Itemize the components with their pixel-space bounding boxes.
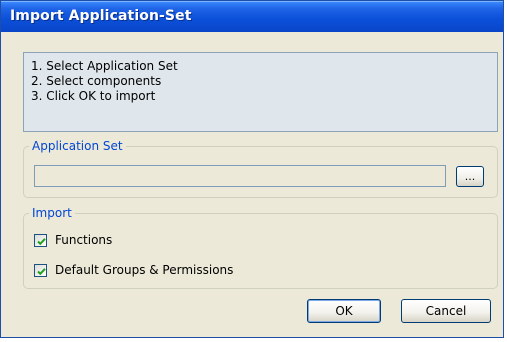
browse-button[interactable]: ... (456, 166, 484, 187)
checkmark-icon (37, 267, 46, 275)
cancel-button[interactable]: Cancel (401, 299, 491, 323)
functions-label: Functions (55, 233, 113, 247)
default-groups-checkbox[interactable] (34, 263, 47, 277)
instructions-box: 1. Select Application Set 2. Select comp… (23, 52, 498, 132)
title-bar[interactable]: Import Application-Set (1, 1, 503, 32)
application-set-group: Application Set ... (23, 138, 498, 198)
default-groups-label: Default Groups & Permissions (55, 263, 234, 277)
instruction-line-3: 3. Click OK to import (31, 89, 156, 103)
import-group: Import Functions Default Groups & Permis… (23, 205, 498, 289)
functions-checkbox[interactable] (34, 233, 47, 247)
default-groups-option[interactable]: Default Groups & Permissions (34, 262, 233, 278)
import-dialog: Import Application-Set 1. Select Applica… (0, 0, 504, 338)
application-set-legend: Application Set (29, 138, 126, 154)
checkmark-icon (37, 237, 46, 245)
instruction-line-1: 1. Select Application Set (31, 59, 178, 73)
ok-button[interactable]: OK (307, 299, 381, 323)
instruction-line-2: 2. Select components (31, 74, 162, 88)
import-legend: Import (29, 205, 75, 221)
application-set-path-field[interactable] (34, 165, 446, 187)
dialog-title: Import Application-Set (10, 8, 192, 24)
functions-option[interactable]: Functions (34, 232, 112, 248)
